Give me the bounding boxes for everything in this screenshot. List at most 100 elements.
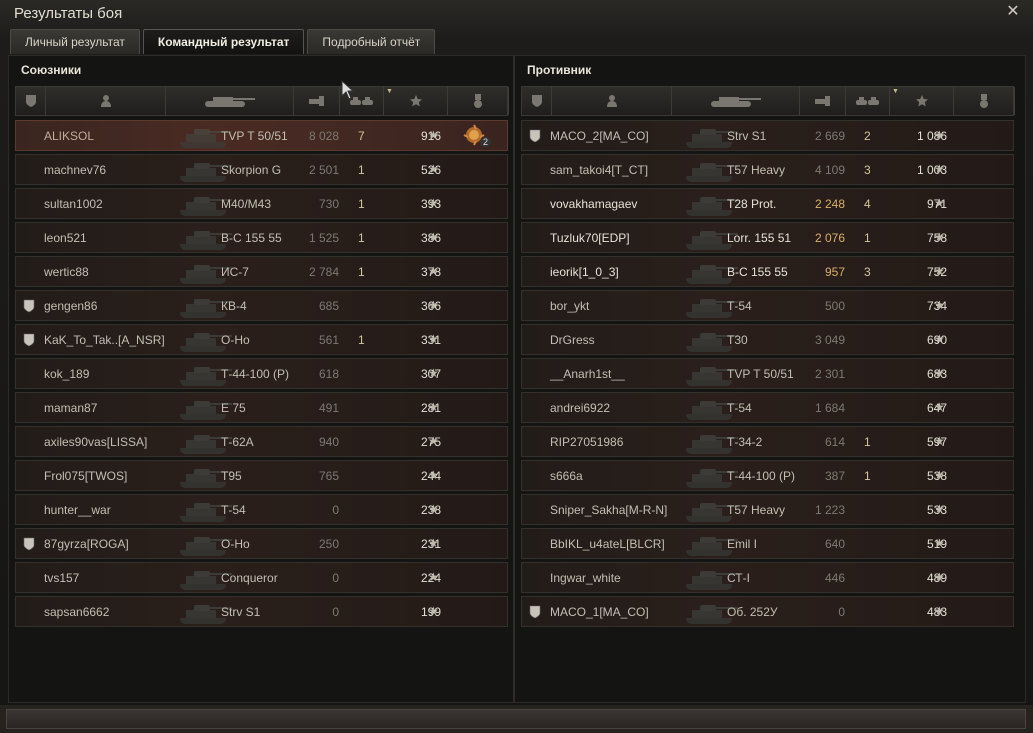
column-damage-icon[interactable] — [294, 87, 340, 115]
enemies-title: Противник — [527, 63, 592, 77]
player-row[interactable]: __Anarh1st__ TVP T 50/51 2 301 683 ★ — [521, 358, 1014, 389]
damage-value: 2 784 — [308, 265, 339, 279]
column-tank-icon[interactable] — [672, 87, 800, 115]
player-row[interactable]: DrGress T30 3 049 690 ★ — [521, 324, 1014, 355]
player-row[interactable]: kok_189 Т-44-100 (Р) 618 307 ★ — [15, 358, 508, 389]
vehicle-name: Об. 252У — [727, 605, 778, 619]
vehicle-name: Т-54 — [221, 503, 246, 517]
star-icon: ★ — [428, 434, 439, 448]
player-name: gengen86 — [44, 299, 98, 313]
footer-bar — [0, 705, 1033, 733]
damage-value: 614 — [824, 435, 845, 449]
column-experience-star-icon[interactable]: ▼ — [890, 87, 954, 115]
player-name: sam_takoi4[T_CT] — [550, 163, 649, 177]
vehicle-name: Emil I — [727, 537, 757, 551]
player-row[interactable]: machnev76 Skorpion G2 501 1 526 ★ — [15, 154, 508, 185]
player-row[interactable]: andrei6922 Т-54 1 684 647 ★ — [521, 392, 1014, 423]
column-experience-star-icon[interactable]: ▼ — [384, 87, 448, 115]
kills-value: 1 — [864, 231, 871, 245]
player-row[interactable]: MACO_1[MA_CO] Об. 252У 0 483 ★ — [521, 596, 1014, 627]
results-content: Союзники ▼ ALIKSOL TVP T 50/51 8 028 7 916 ★ 2… — [8, 55, 1026, 703]
player-row[interactable]: ALIKSOL TVP T 50/51 8 028 7 916 ★ 2 — [15, 120, 508, 151]
damage-value: 0 — [332, 503, 339, 517]
column-medal-column-icon[interactable] — [448, 87, 509, 115]
vehicle-name: T95 — [221, 469, 242, 483]
player-name: Tuzluk70[EDP] — [550, 231, 630, 245]
player-row[interactable]: wertic88 ИС-7 2 784 1 378 ★ — [15, 256, 508, 287]
player-row[interactable]: leon521 В-С 155 55 1 525 1 386 ★ — [15, 222, 508, 253]
player-row[interactable]: s666a Т-44-100 (Р) 387 1 538 ★ — [521, 460, 1014, 491]
tab-detailed-report[interactable]: Подробный отчёт — [307, 29, 436, 54]
column-squad-shield-icon[interactable] — [16, 87, 46, 115]
player-name: sapsan6662 — [44, 605, 110, 619]
player-row[interactable]: tvs157 Conqueror 0 224 ★ — [15, 562, 508, 593]
star-icon: ★ — [934, 502, 945, 516]
player-row[interactable]: axiles90vas[LISSA] Т-62А 940 275 ★ — [15, 426, 508, 457]
player-name: BbIKL_u4ateL[BLCR] — [550, 537, 665, 551]
player-row[interactable]: sam_takoi4[T_CT] T57 Heavy 4 109 3 1 003 ★ — [521, 154, 1014, 185]
star-icon: ★ — [934, 128, 945, 142]
star-icon: ★ — [428, 162, 439, 176]
star-icon: ★ — [428, 128, 439, 142]
player-name: bor_ykt — [550, 299, 590, 313]
player-row[interactable]: BbIKL_u4ateL[BLCR] Emil I 640 519 ★ — [521, 528, 1014, 559]
player-name: leon521 — [44, 231, 87, 245]
player-row[interactable]: MACO_2[MA_CO] Strv S1 2 669 2 1 086 ★ — [521, 120, 1014, 151]
column-destroyed-tanks-icon[interactable] — [846, 87, 890, 115]
player-name: tvs157 — [44, 571, 80, 585]
player-name: ALIKSOL — [44, 129, 95, 143]
damage-value: 957 — [824, 265, 845, 279]
column-damage-icon[interactable] — [800, 87, 846, 115]
vehicle-name: Т-34-2 — [727, 435, 763, 449]
experience-star-icon — [409, 95, 422, 107]
player-row[interactable]: maman87 E 75 491 281 ★ — [15, 392, 508, 423]
column-player-icon[interactable] — [552, 87, 672, 115]
player-row[interactable]: bor_ykt Т-54 500 734 ★ — [521, 290, 1014, 321]
column-tank-icon[interactable] — [166, 87, 294, 115]
squad-shield-icon — [529, 605, 541, 619]
damage-value: 2 669 — [814, 129, 845, 143]
player-row[interactable]: Sniper_Sakha[M-R-N] T57 Heavy 1 223 533 ★ — [521, 494, 1014, 525]
tank-icon — [710, 97, 761, 107]
player-row[interactable]: Tuzluk70[EDP] Lorr. 155 51 2 076 1 758 ★ — [521, 222, 1014, 253]
player-name: machnev76 — [44, 163, 107, 177]
kills-value: 3 — [864, 265, 871, 279]
player-row[interactable]: Frol075[TWOS] T95 765 244 ★ — [15, 460, 508, 491]
damage-value: 8 028 — [308, 129, 339, 143]
player-icon — [606, 95, 617, 107]
player-row[interactable]: vovakhamagaev T28 Prot. 2 248 4 971 ★ — [521, 188, 1014, 219]
player-row[interactable]: sultan1002 M40/M43 730 1 393 ★ — [15, 188, 508, 219]
tab-bar: Личный результат Командный результат Под… — [10, 29, 436, 55]
player-row[interactable]: hunter__war Т-54 0 238 ★ — [15, 494, 508, 525]
player-row[interactable]: ieorik[1_0_3] В-С 155 55 957 3 752 ★ — [521, 256, 1014, 287]
player-row[interactable]: 87gyrza[ROGA] О-Но 250 231 ★ — [15, 528, 508, 559]
damage-value: 640 — [824, 537, 845, 551]
close-icon[interactable]: ✕ — [1005, 3, 1021, 19]
star-icon: ★ — [934, 332, 945, 346]
player-row[interactable]: sapsan6662 Strv S1 0 199 ★ — [15, 596, 508, 627]
player-row[interactable]: KaK_To_Tak..[A_NSR] О-Но 561 1 331 ★ — [15, 324, 508, 355]
vehicle-name: Lorr. 155 51 — [727, 231, 792, 245]
medal-icon[interactable]: 2 — [462, 123, 492, 149]
column-medal-column-icon[interactable] — [954, 87, 1015, 115]
sort-desc-icon: ▼ — [892, 88, 899, 95]
player-name: vovakhamagaev — [550, 197, 638, 211]
vehicle-name: TVP T 50/51 — [221, 129, 288, 143]
medal-count: 2 — [480, 137, 492, 147]
vehicle-name: В-С 155 55 — [727, 265, 788, 279]
star-icon: ★ — [428, 604, 439, 618]
star-icon: ★ — [934, 230, 945, 244]
star-icon: ★ — [934, 400, 945, 414]
tab-personal-result[interactable]: Личный результат — [10, 29, 140, 54]
squad-shield-icon — [529, 129, 541, 143]
player-row[interactable]: RIP27051986 Т-34-2 614 1 597 ★ — [521, 426, 1014, 457]
kills-value: 1 — [864, 435, 871, 449]
column-squad-shield-icon[interactable] — [522, 87, 552, 115]
player-row[interactable]: gengen86 КВ-4 685 366 ★ — [15, 290, 508, 321]
squad-shield-icon — [23, 299, 35, 313]
player-name: Ingwar_white — [550, 571, 621, 585]
tab-team-result[interactable]: Командный результат — [142, 29, 305, 54]
player-row[interactable]: Ingwar_white СТ-I 446 489 ★ — [521, 562, 1014, 593]
damage-value: 685 — [318, 299, 339, 313]
column-player-icon[interactable] — [46, 87, 166, 115]
